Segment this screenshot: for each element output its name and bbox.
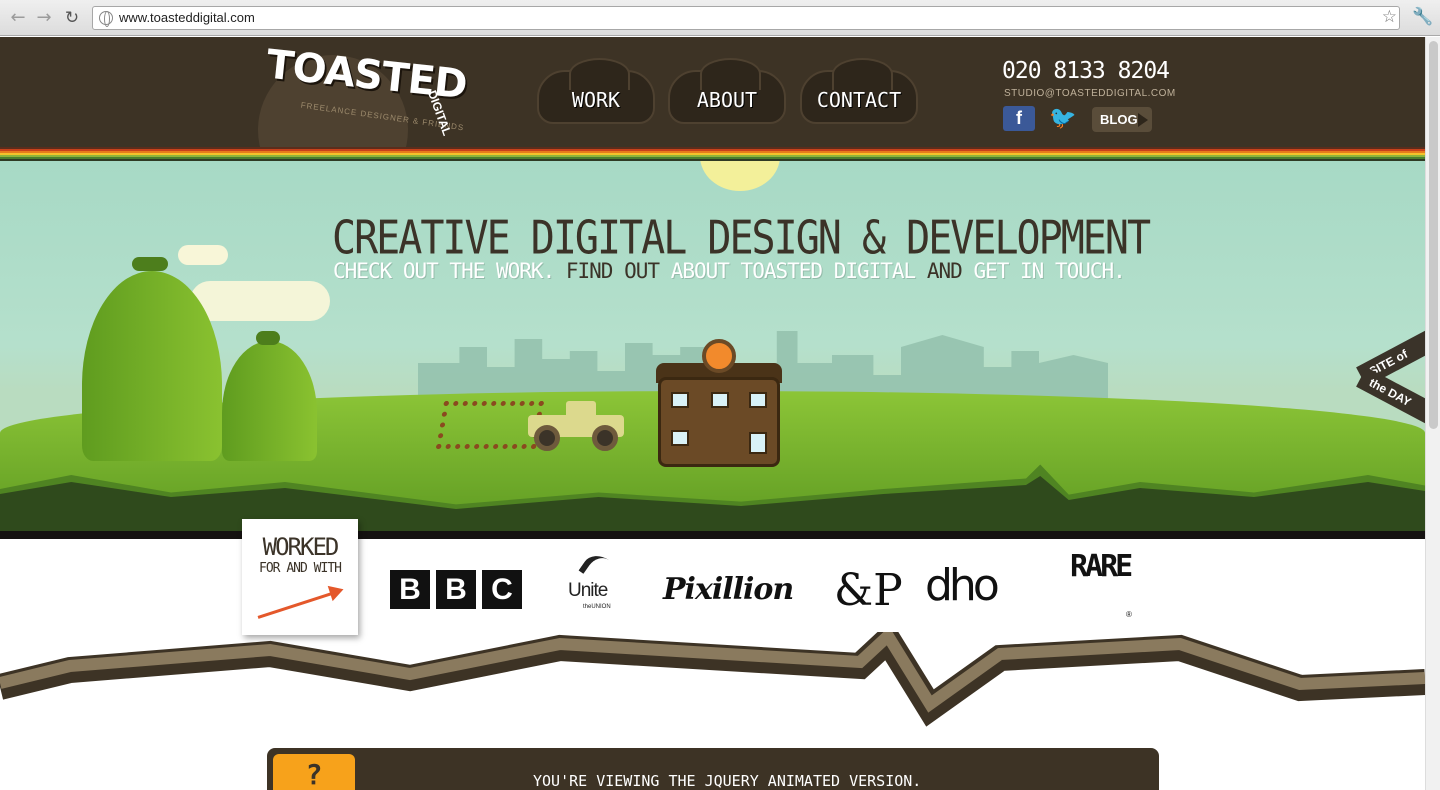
hero-subline: CHECK OUT THE WORK. FIND OUT ABOUT TOAST… bbox=[333, 259, 1126, 283]
blog-button[interactable]: BLOG bbox=[1092, 107, 1152, 132]
back-icon[interactable]: ← bbox=[8, 8, 28, 28]
notice-text: YOU'RE VIEWING THE JQUERY ANIMATED VERSI… bbox=[533, 772, 922, 790]
phone-number: 020 8133 8204 bbox=[1002, 58, 1170, 84]
nav-work-label: WORK bbox=[571, 88, 621, 112]
tractor-illustration bbox=[528, 401, 624, 451]
cloud-illustration bbox=[190, 281, 330, 321]
site-of-the-day-badge[interactable]: SITE of the DAY bbox=[1356, 325, 1425, 429]
email-link[interactable]: STUDIO@TOASTEDDIGITAL.COM bbox=[1004, 88, 1176, 99]
badge-bottom-text: the DAY bbox=[1356, 367, 1425, 429]
globe-icon bbox=[99, 11, 113, 27]
cloud-illustration bbox=[178, 245, 228, 265]
page-scrollbar[interactable] bbox=[1425, 37, 1440, 790]
nav-about-label: ABOUT bbox=[696, 88, 758, 112]
tree-illustration bbox=[256, 331, 280, 345]
client-logo-bbc: B B C bbox=[390, 570, 522, 609]
clients-divider bbox=[0, 531, 1425, 539]
scrollbar-thumb[interactable] bbox=[1429, 41, 1438, 429]
tree-illustration bbox=[132, 257, 168, 271]
nav-work[interactable]: WORK bbox=[537, 58, 655, 124]
subline-text: FIND OUT bbox=[565, 259, 660, 283]
reload-icon[interactable]: ↻ bbox=[62, 8, 82, 28]
nav-contact[interactable]: CONTACT bbox=[800, 58, 918, 124]
worked-for-card: WORKED FOR AND WITH bbox=[242, 519, 358, 635]
worked-subtitle: FOR AND WITH bbox=[259, 561, 342, 576]
twitter-icon[interactable]: 🐦 bbox=[1046, 106, 1080, 131]
zigzag-divider bbox=[0, 632, 1425, 727]
link-contact[interactable]: GET IN TOUCH. bbox=[973, 259, 1125, 283]
hero-headline: CREATIVE DIGITAL DESIGN & DEVELOPMENT bbox=[332, 212, 1151, 265]
client-logo-dho: dho bbox=[925, 560, 1000, 611]
hero-scene: CREATIVE DIGITAL DESIGN & DEVELOPMENT CH… bbox=[0, 161, 1425, 531]
rainbow-stripes bbox=[0, 147, 1425, 161]
bbc-letter: B bbox=[436, 570, 476, 609]
forward-icon[interactable]: → bbox=[34, 8, 54, 28]
link-about[interactable]: ABOUT TOASTED DIGITAL bbox=[671, 259, 917, 283]
wrench-icon[interactable]: 🔧 bbox=[1412, 7, 1433, 27]
unite-subtitle: theUNION bbox=[583, 604, 611, 610]
worked-title: WORKED bbox=[262, 533, 340, 561]
house-illustration bbox=[658, 377, 780, 467]
registered-mark: ® bbox=[1126, 610, 1132, 619]
version-notice: ? YOU'RE VIEWING THE JQUERY ANIMATED VER… bbox=[267, 748, 1159, 790]
facebook-icon[interactable]: f bbox=[1003, 106, 1035, 131]
bookmark-star-icon[interactable]: ☆ bbox=[1382, 7, 1397, 27]
client-logo-pixillion: Pixillion bbox=[663, 572, 794, 607]
question-icon[interactable]: ? bbox=[273, 754, 355, 790]
nav-contact-label: CONTACT bbox=[816, 88, 902, 112]
nav-about[interactable]: ABOUT bbox=[668, 58, 786, 124]
subline-text: AND bbox=[926, 259, 963, 283]
client-logo-unite: Unite bbox=[568, 580, 608, 601]
sun-illustration bbox=[700, 161, 780, 191]
hill-illustration bbox=[222, 341, 317, 461]
toaster-sign-icon bbox=[702, 339, 736, 373]
browser-toolbar: ← → ↻ www.toasteddigital.com ☆ 🔧 bbox=[0, 0, 1440, 36]
arrow-right-icon bbox=[257, 590, 339, 619]
bbc-letter: B bbox=[390, 570, 430, 609]
client-logo-rare: RARE bbox=[1070, 549, 1133, 584]
address-url[interactable]: www.toasteddigital.com bbox=[119, 10, 255, 25]
link-check-work[interactable]: CHECK OUT THE WORK. bbox=[333, 259, 555, 283]
client-logo-ampersand: &P bbox=[834, 565, 903, 616]
address-bar[interactable]: www.toasteddigital.com ☆ bbox=[92, 6, 1400, 30]
bbc-letter: C bbox=[482, 570, 522, 609]
